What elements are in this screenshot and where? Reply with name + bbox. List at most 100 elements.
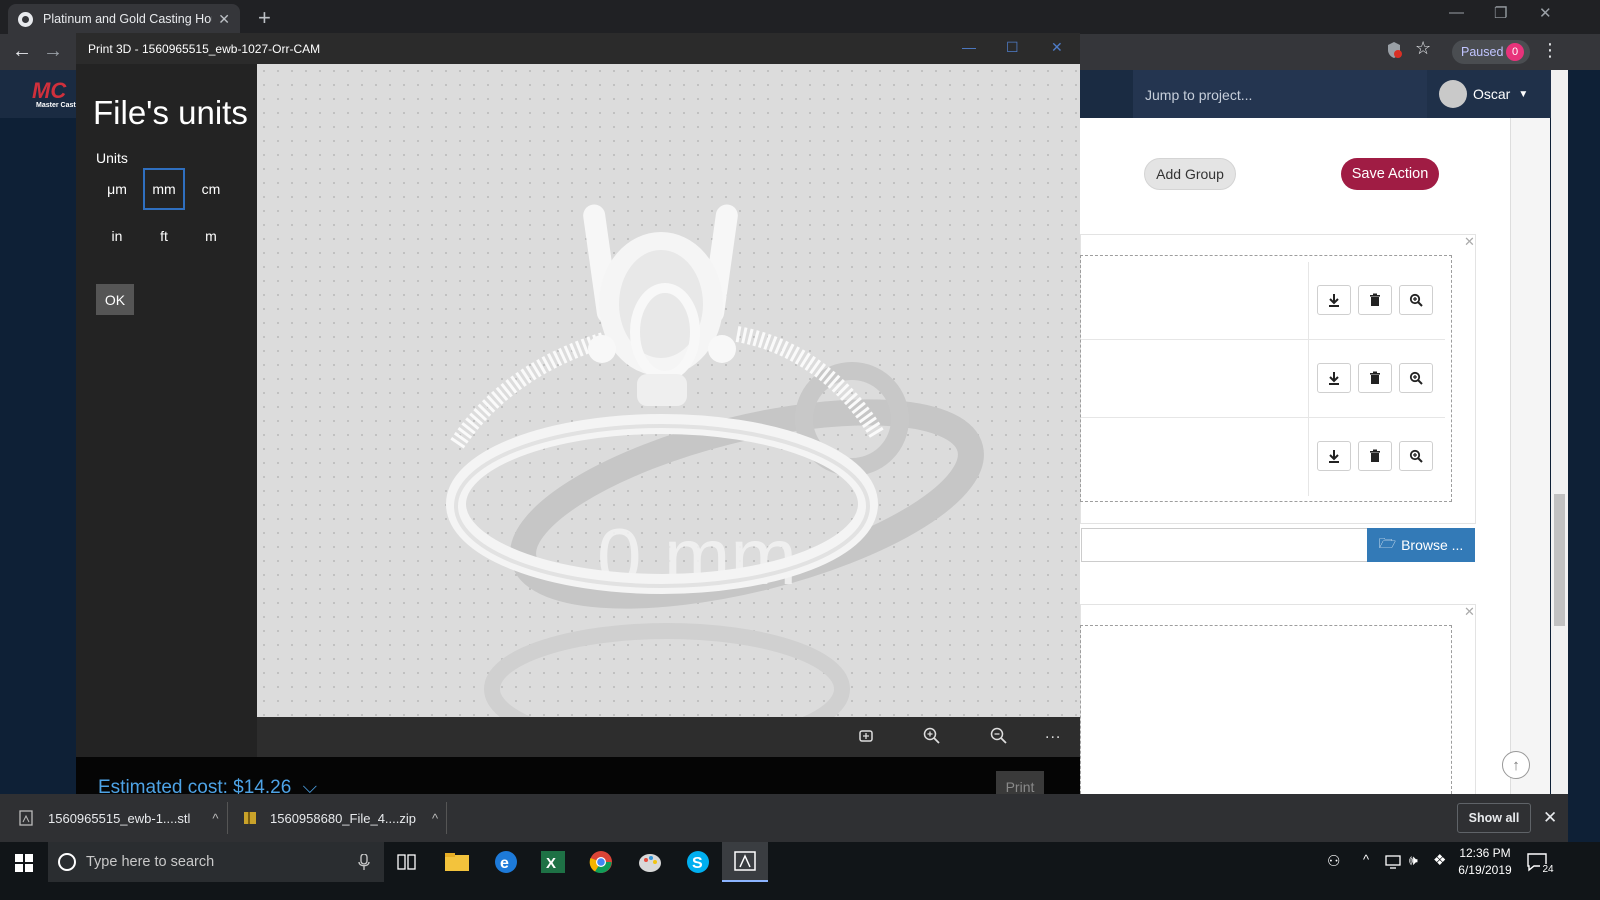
avatar: [1439, 80, 1467, 108]
download-button[interactable]: [1317, 285, 1351, 315]
browser-tab[interactable]: Platinum and Gold Casting House ✕: [8, 4, 240, 34]
taskbar-search-input[interactable]: Type here to search: [48, 842, 384, 882]
magnify-icon: [1409, 371, 1423, 385]
svg-text:e: e: [500, 855, 509, 872]
paused-label: Paused: [1461, 45, 1504, 59]
chevron-up-icon[interactable]: ^: [212, 811, 218, 826]
new-tab-button[interactable]: +: [258, 5, 271, 31]
zoom-in-icon[interactable]: [923, 727, 941, 745]
microphone-icon[interactable]: [358, 854, 370, 870]
unit-um-option[interactable]: μm: [96, 168, 138, 210]
folder-open-icon: 🗁: [1378, 535, 1397, 551]
task-view-icon[interactable]: [396, 852, 424, 880]
close-downloads-icon[interactable]: ✕: [1543, 808, 1557, 828]
clock[interactable]: 12:36 PM 6/19/2019: [1450, 846, 1520, 877]
restore-icon[interactable]: ❐: [1494, 4, 1507, 22]
ring-model: 0 mm: [446, 204, 984, 717]
tray-chevron-up-icon[interactable]: ^: [1363, 852, 1369, 867]
skype-icon[interactable]: S: [686, 850, 714, 878]
dropbox-icon[interactable]: ❖: [1433, 851, 1446, 869]
trash-icon: [1370, 371, 1380, 384]
unit-ft-option[interactable]: ft: [143, 215, 185, 257]
minimize-icon[interactable]: —: [1449, 4, 1464, 21]
maximize-icon[interactable]: ☐: [1006, 39, 1019, 56]
reset-view-icon[interactable]: [857, 727, 875, 745]
unit-mm-option[interactable]: mm: [143, 168, 185, 210]
scrollbar-thumb[interactable]: [1554, 494, 1565, 626]
tab-title: Platinum and Gold Casting House: [43, 12, 212, 26]
show-all-downloads-button[interactable]: Show all: [1457, 803, 1531, 833]
edge-browser-icon[interactable]: e: [494, 850, 522, 878]
paint-3d-icon[interactable]: [637, 850, 665, 878]
chevron-up-icon[interactable]: ^: [432, 811, 438, 826]
volume-icon[interactable]: 🕪: [1409, 852, 1418, 869]
dropzone[interactable]: [1080, 255, 1452, 502]
network-icon[interactable]: [1385, 854, 1403, 870]
close-window-icon[interactable]: ✕: [1539, 4, 1552, 22]
windows-start-icon[interactable]: [15, 854, 33, 872]
dropzone[interactable]: [1080, 625, 1452, 794]
browse-label: Browse ...: [1401, 537, 1464, 553]
unit-m-option[interactable]: m: [190, 215, 232, 257]
people-icon[interactable]: ⚇: [1327, 852, 1340, 870]
profile-paused-button[interactable]: Paused 0: [1452, 40, 1530, 64]
magnify-icon: [1409, 449, 1423, 463]
bookmark-star-icon[interactable]: ☆: [1415, 38, 1431, 59]
panel-close-icon[interactable]: ✕: [1464, 234, 1475, 250]
column-divider: [1308, 262, 1309, 496]
chevron-down-icon: ▼: [1518, 88, 1529, 100]
units-sidebar: File's units Units μm mm cm in ft m OK: [76, 64, 257, 757]
download-icon: [1329, 372, 1339, 385]
download-button[interactable]: [1317, 363, 1351, 393]
more-options-button[interactable]: ...: [1045, 725, 1061, 743]
logo-letters: MC: [32, 78, 67, 103]
downloads-bar: 1560965515_ewb-1....stl ^ 1560958680_Fil…: [0, 794, 1568, 842]
page-gutter: [1510, 118, 1550, 794]
panel-close-icon[interactable]: ✕: [1464, 604, 1475, 620]
file-explorer-icon[interactable]: [444, 852, 472, 880]
separator: [446, 802, 447, 834]
viewport-toolbar: ...: [257, 717, 1080, 757]
zoom-button[interactable]: [1399, 285, 1433, 315]
logo-caption: Master Cast: [36, 102, 76, 109]
trash-icon: [1370, 449, 1380, 462]
paused-count-badge: 0: [1506, 43, 1524, 61]
delete-button[interactable]: [1358, 285, 1392, 315]
save-action-button[interactable]: Save Action: [1341, 158, 1439, 190]
download-icon: [1329, 450, 1339, 463]
page-scrollbar[interactable]: [1551, 70, 1568, 794]
tab-close-icon[interactable]: ✕: [218, 11, 230, 28]
download-item[interactable]: 1560965515_ewb-1....stl ^: [18, 794, 219, 842]
browser-tab-strip: Platinum and Gold Casting House ✕ + — ❐ …: [0, 0, 1600, 34]
zoom-out-icon[interactable]: [990, 727, 1008, 745]
notification-count: 24: [1540, 864, 1556, 878]
back-arrow-icon[interactable]: ←: [12, 40, 32, 63]
delete-button[interactable]: [1358, 363, 1392, 393]
zip-file-icon: [244, 812, 256, 824]
excel-icon[interactable]: X: [541, 851, 569, 879]
download-button[interactable]: [1317, 441, 1351, 471]
forward-arrow-icon[interactable]: →: [43, 40, 63, 63]
chrome-icon[interactable]: [589, 850, 617, 878]
download-item[interactable]: 1560958680_File_4....zip ^: [242, 794, 438, 842]
user-menu[interactable]: Oscar ▼: [1427, 70, 1551, 118]
ok-button[interactable]: OK: [96, 284, 134, 315]
unit-in-option[interactable]: in: [96, 215, 138, 257]
print3d-taskbar-button[interactable]: [722, 842, 768, 882]
shield-extension-icon[interactable]: [1386, 41, 1402, 59]
minimize-icon[interactable]: —: [962, 39, 976, 55]
jump-to-project-input[interactable]: Jump to project...: [1133, 70, 1427, 118]
unit-cm-option[interactable]: cm: [190, 168, 232, 210]
add-group-button[interactable]: Add Group: [1144, 158, 1236, 190]
delete-button[interactable]: [1358, 441, 1392, 471]
browse-button[interactable]: 🗁 Browse ...: [1367, 528, 1475, 562]
close-icon[interactable]: ✕: [1051, 39, 1063, 56]
chrome-menu-icon[interactable]: ⋮: [1541, 40, 1559, 61]
scroll-to-top-button[interactable]: ↑: [1502, 751, 1530, 779]
download-icon: [1329, 294, 1339, 307]
zoom-button[interactable]: [1399, 363, 1433, 393]
svg-text:S: S: [692, 855, 703, 872]
magnify-icon: [1409, 293, 1423, 307]
model-viewport[interactable]: 0 mm: [257, 64, 1080, 717]
zoom-button[interactable]: [1399, 441, 1433, 471]
